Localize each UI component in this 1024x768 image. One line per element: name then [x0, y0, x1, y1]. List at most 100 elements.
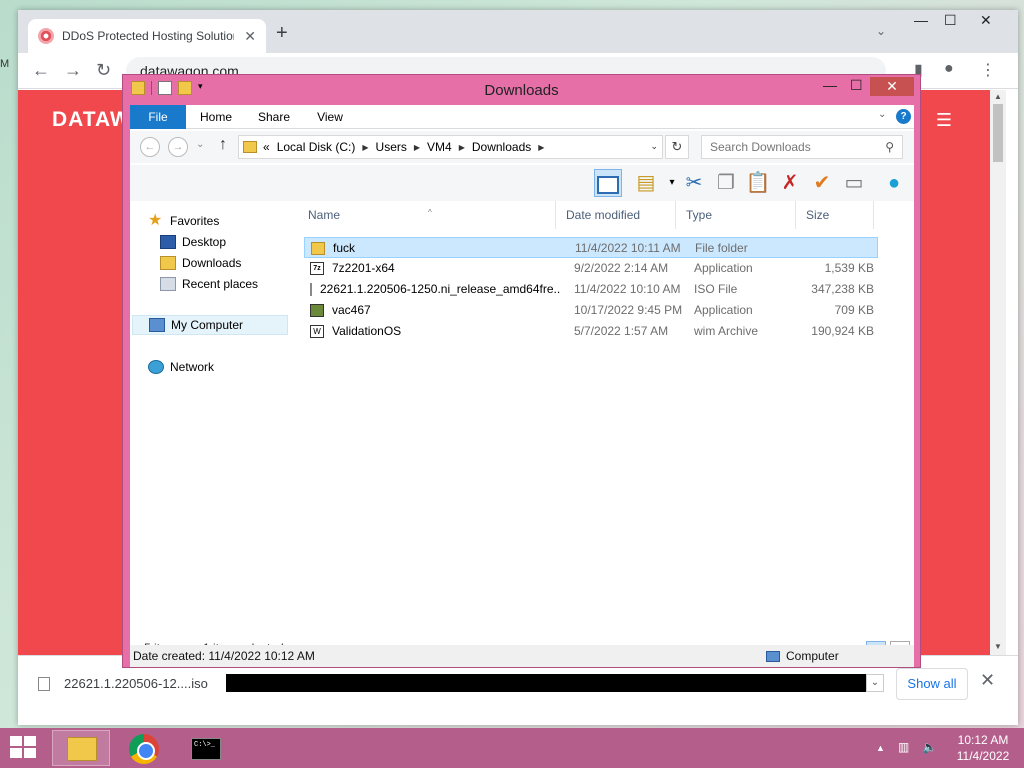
forward-arrow-icon[interactable]: →: [64, 60, 82, 81]
address-breadcrumb[interactable]: « Local Disk (C:) ▶ Users ▶ VM4 ▶ Downlo…: [238, 135, 663, 159]
file-size: 1,539 KB: [824, 261, 874, 275]
hamburger-menu-icon[interactable]: ☰: [936, 110, 952, 131]
new-tab-button[interactable]: +: [276, 22, 288, 45]
computer-location: Computer: [766, 645, 839, 667]
nav-downloads[interactable]: Downloads: [160, 253, 241, 273]
recent-places-icon: [160, 277, 176, 291]
back-button[interactable]: ←: [140, 137, 160, 157]
file-type: ISO File: [694, 282, 738, 296]
file-icon: [38, 676, 50, 691]
file-row[interactable]: W ValidationOS 5/7/2022 1:57 AM wim Archi…: [304, 321, 878, 342]
start-button[interactable]: [10, 736, 38, 760]
rename-icon[interactable]: ▭: [840, 169, 868, 197]
explorer-close-button[interactable]: ✕: [870, 77, 914, 96]
file-row[interactable]: vac467 10/17/2022 9:45 PM Application 70…: [304, 300, 878, 321]
site-logo[interactable]: DATAW: [52, 108, 131, 132]
breadcrumb-overflow[interactable]: «: [263, 140, 270, 154]
file-row[interactable]: 22621.1.220506-1250.ni_release_amd64fre.…: [304, 279, 878, 300]
command-bar: ▤ ▾ ✂ ❐ 📋 ✗ ✔ ▭ ●: [130, 165, 914, 201]
column-header-size[interactable]: Size: [796, 201, 874, 229]
network-tray-icon[interactable]: ▥: [898, 740, 909, 754]
nav-desktop[interactable]: Desktop: [160, 232, 226, 252]
column-header-date[interactable]: Date modified: [556, 201, 676, 229]
breadcrumb-downloads[interactable]: Downloads: [472, 140, 531, 154]
show-all-button[interactable]: Show all: [896, 668, 968, 700]
select-check-icon[interactable]: ✔: [808, 169, 836, 197]
scrollbar-thumb[interactable]: [993, 104, 1003, 162]
tab-home[interactable]: Home: [190, 105, 242, 129]
column-header-type[interactable]: Type: [676, 201, 796, 229]
file-type: Application: [694, 303, 753, 317]
paste-icon[interactable]: 📋: [744, 169, 772, 197]
delete-icon[interactable]: ✗: [776, 169, 804, 197]
explorer-titlebar[interactable]: ▾ Downloads — ☐ ✕: [123, 75, 920, 105]
browser-tab[interactable]: DDoS Protected Hosting Solution ✕: [28, 19, 266, 53]
help-icon[interactable]: ?: [896, 109, 911, 124]
up-folder-icon[interactable]: ↑: [219, 136, 227, 154]
tab-file[interactable]: File: [130, 105, 186, 129]
file-row[interactable]: fuck 11/4/2022 10:11 AM File folder: [304, 237, 878, 258]
page-scrollbar[interactable]: ▲ ▼: [990, 90, 1006, 655]
browser-minimize-icon[interactable]: —: [914, 12, 928, 28]
reload-icon[interactable]: ↻: [96, 60, 111, 81]
globe-icon[interactable]: ●: [880, 169, 908, 197]
file-date: 5/7/2022 1:57 AM: [574, 324, 669, 338]
taskbar-file-explorer[interactable]: [52, 730, 110, 766]
nav-recent-places[interactable]: Recent places: [160, 274, 258, 294]
breadcrumb-vm4[interactable]: VM4: [427, 140, 452, 154]
explorer-maximize-icon[interactable]: ☐: [850, 77, 863, 94]
cut-icon[interactable]: ✂: [680, 169, 708, 197]
breadcrumb-arrow-icon[interactable]: ▶: [362, 143, 368, 152]
tab-share[interactable]: Share: [248, 105, 300, 129]
refresh-button[interactable]: ↻: [665, 135, 689, 159]
taskbar-command-prompt[interactable]: C:\>_: [176, 730, 234, 766]
chrome-menu-icon[interactable]: ⋮: [980, 60, 996, 80]
file-name-text: vac467: [332, 303, 371, 317]
back-arrow-icon[interactable]: ←: [32, 60, 50, 81]
system-clock[interactable]: 10:12 AM 11/4/2022: [948, 732, 1018, 764]
file-list: Name ^ Date modified Type Size fuck 11/4…: [298, 201, 914, 641]
breadcrumb-arrow-icon[interactable]: ▶: [538, 143, 544, 152]
windows-logo-pane: [24, 748, 36, 758]
search-box[interactable]: Search Downloads ⚲: [701, 135, 903, 159]
tab-search-chevron-icon[interactable]: ⌄: [876, 24, 886, 38]
folder-icon: [311, 242, 325, 255]
ribbon-expand-chevron-icon[interactable]: ⌄: [878, 109, 886, 120]
nav-favorites[interactable]: ★ Favorites: [148, 211, 219, 231]
computer-icon: [766, 650, 780, 662]
breadcrumb-local-disk[interactable]: Local Disk (C:): [277, 140, 356, 154]
nav-network[interactable]: Network: [148, 357, 214, 377]
tab-view[interactable]: View: [304, 105, 356, 129]
explorer-minimize-icon[interactable]: —: [823, 77, 837, 93]
download-options-chevron-icon[interactable]: ⌄: [866, 674, 884, 692]
forward-button[interactable]: →: [168, 137, 188, 157]
browser-close-icon[interactable]: ✕: [980, 12, 992, 29]
redacted-bar: [226, 674, 866, 692]
tab-close-icon[interactable]: ✕: [244, 28, 256, 45]
folder-options-button[interactable]: ▤: [632, 169, 660, 197]
breadcrumb-users[interactable]: Users: [376, 140, 407, 154]
show-hidden-icons-icon[interactable]: ▲: [876, 743, 885, 753]
downloads-bar-close-icon[interactable]: ✕: [980, 670, 995, 691]
file-row[interactable]: 7z 7z2201-x64 9/2/2022 2:14 AM Applicatio…: [304, 258, 878, 279]
sort-ascending-icon: ^: [428, 208, 432, 217]
address-history-dropdown-icon[interactable]: ⌄: [650, 141, 658, 152]
recent-locations-icon[interactable]: ⌄: [196, 139, 204, 150]
column-header-name[interactable]: Name ^: [298, 201, 556, 229]
scroll-up-icon[interactable]: ▲: [994, 92, 1002, 101]
command-prompt-icon: C:\>_: [191, 738, 221, 760]
file-size: [805, 238, 875, 259]
ribbon-tabs: File Home Share View ⌄ ?: [130, 105, 914, 129]
breadcrumb-arrow-icon[interactable]: ▶: [414, 143, 420, 152]
breadcrumb-arrow-icon[interactable]: ▶: [459, 143, 465, 152]
taskbar-chrome[interactable]: [114, 730, 172, 766]
scroll-down-icon[interactable]: ▼: [994, 642, 1002, 651]
download-item[interactable]: 22621.1.220506-12....iso: [38, 676, 208, 691]
search-icon: ⚲: [885, 140, 894, 154]
profile-avatar-icon[interactable]: ●: [944, 60, 954, 78]
nav-my-computer[interactable]: My Computer: [132, 315, 288, 335]
preview-pane-button[interactable]: [594, 169, 622, 197]
browser-maximize-icon[interactable]: ☐: [944, 12, 957, 29]
volume-icon[interactable]: 🔈: [922, 740, 937, 754]
copy-icon[interactable]: ❐: [712, 169, 740, 197]
